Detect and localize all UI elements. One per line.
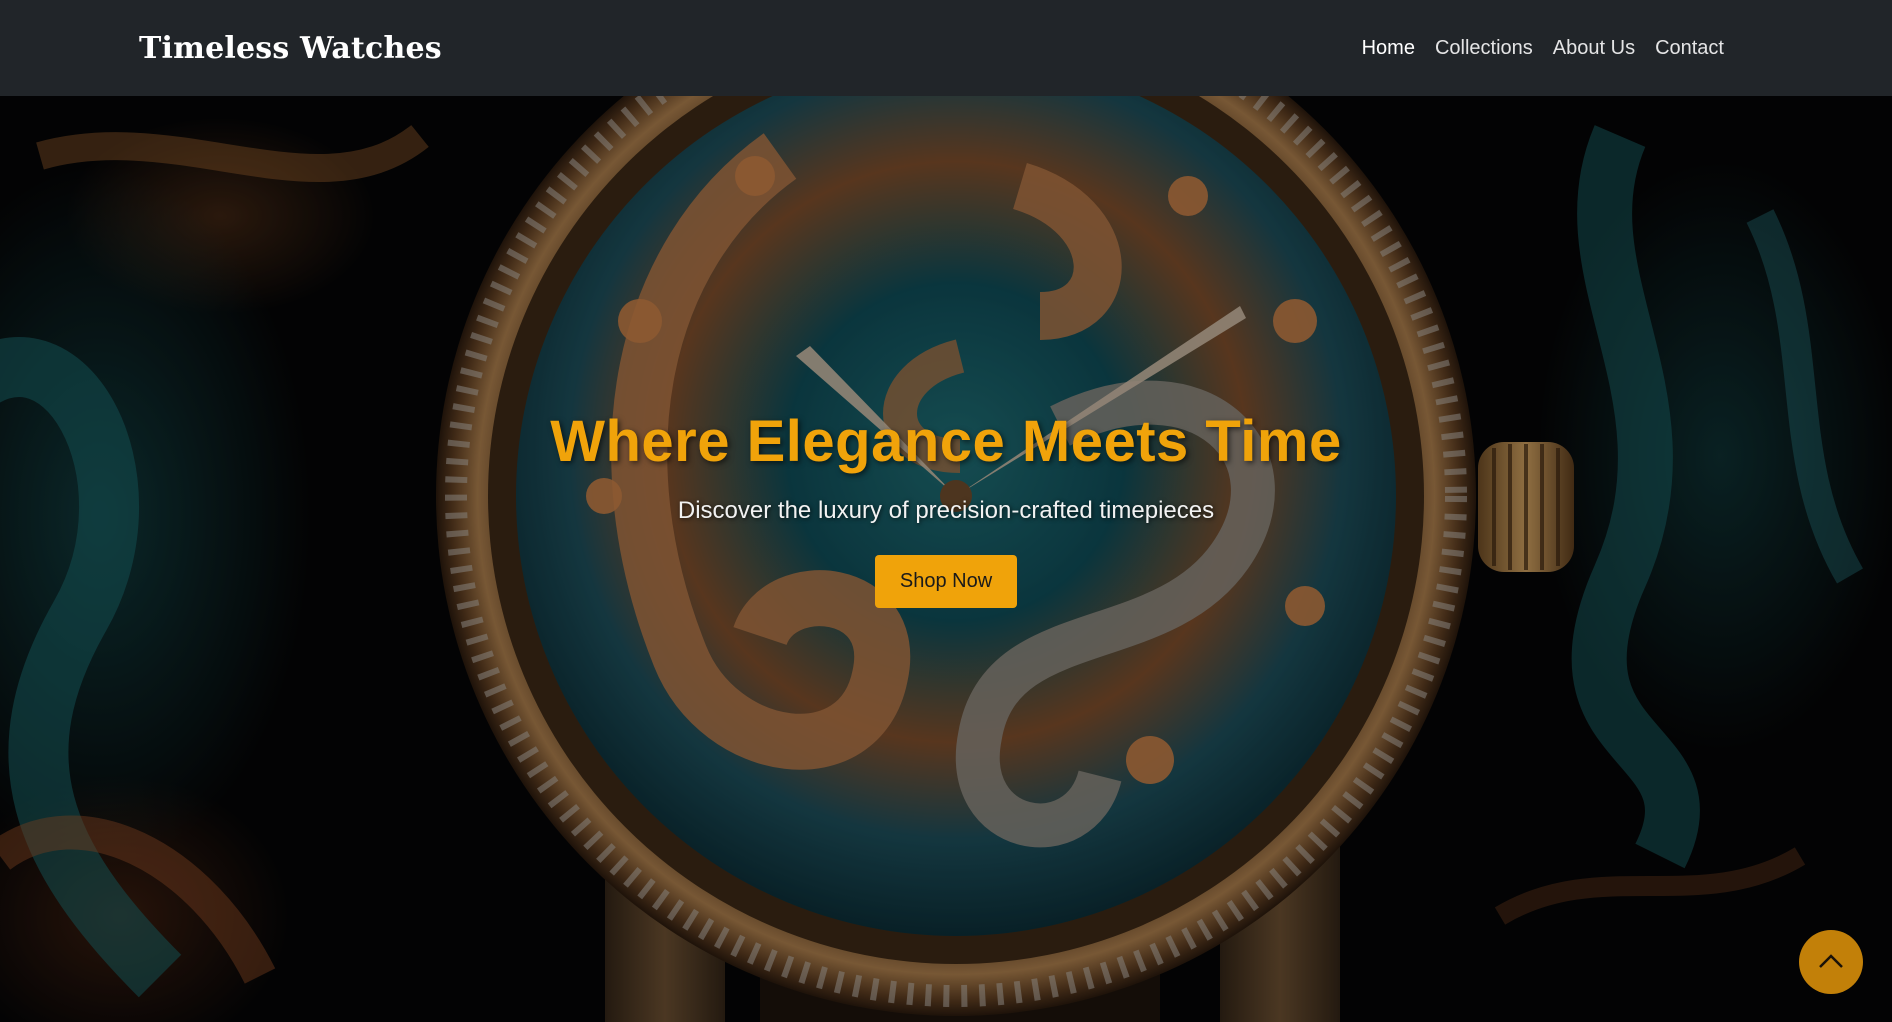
navbar: Timeless Watches Home Collections About … [0,0,1892,96]
hero-title: Where Elegance Meets Time [550,409,1342,474]
nav-link-collections[interactable]: Collections [1435,37,1533,60]
nav-link-home[interactable]: Home [1362,37,1415,60]
brand-logo[interactable]: Timeless Watches [139,31,442,66]
nav-link-contact[interactable]: Contact [1655,37,1724,60]
hero-section: Where Elegance Meets Time Discover the l… [0,96,1892,1022]
hero-subtitle: Discover the luxury of precision-crafted… [677,497,1215,524]
chevron-up-icon [1819,954,1843,968]
shop-now-button[interactable]: Shop Now [874,555,1018,608]
nav-links: Home Collections About Us Contact [1362,37,1724,60]
hero-content: Where Elegance Meets Time Discover the l… [0,408,1892,608]
nav-link-about-us[interactable]: About Us [1553,37,1635,60]
scroll-to-top-button[interactable] [1799,930,1863,994]
